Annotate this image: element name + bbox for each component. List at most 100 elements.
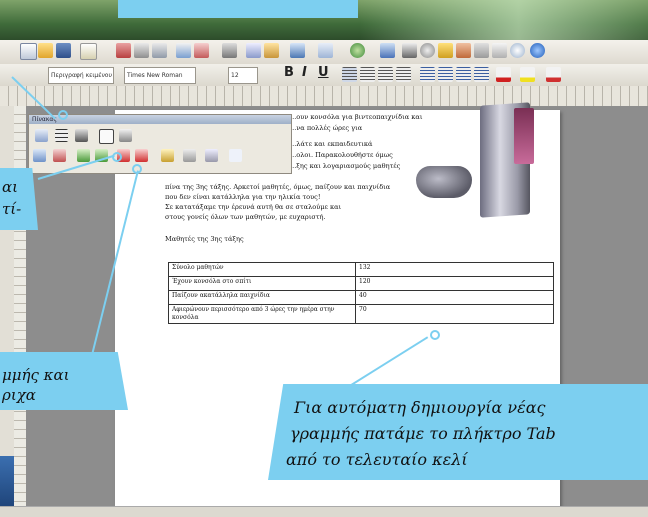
align-right-icon[interactable] [378, 67, 393, 82]
formatting-marks-icon[interactable] [492, 43, 507, 58]
help-icon[interactable] [530, 43, 545, 58]
gallery-icon[interactable] [456, 43, 471, 58]
table-properties-icon[interactable] [183, 149, 196, 162]
titlebar-glow [360, 0, 648, 40]
area-style-icon[interactable] [119, 129, 132, 142]
table-cell[interactable]: Αφιερώνουν περισσότερο από 3 ώρες την ημ… [168, 304, 356, 324]
callout-anchor-dot [58, 110, 68, 120]
doc-right-line: ...ολοι. Παρακολουθήστε όμως [290, 151, 393, 159]
delete-column-icon[interactable] [135, 149, 148, 162]
navigator-icon[interactable] [438, 43, 453, 58]
callout-text: αι [2, 178, 19, 196]
save-icon[interactable] [56, 43, 71, 58]
paragraph-style-select[interactable]: Περιγραφή κειμένου [48, 67, 114, 84]
sort-icon[interactable] [205, 149, 218, 162]
align-center-icon[interactable] [360, 67, 375, 82]
doc-right-line: ...λάτε και εκπαιδευτικά [290, 140, 373, 148]
table-cell[interactable]: 120 [355, 276, 554, 291]
print-preview-icon[interactable] [152, 43, 167, 58]
document-table[interactable]: Σύνολο μαθητών 132 Έχουν κονσόλα στο σπί… [168, 262, 554, 324]
doc-paragraph-line: που δεν είναι κατάλληλα για την ηλικία τ… [165, 193, 321, 201]
callout-text: Για αυτόματη δημιουργία νέας [294, 398, 546, 417]
copy-icon[interactable] [246, 43, 261, 58]
font-size-select[interactable]: 12 [228, 67, 258, 84]
callout-text: μμής και [2, 366, 70, 384]
callout-left-bottom: μμής και ριχα [0, 352, 128, 410]
table-row: Αφιερώνουν περισσότερο από 3 ώρες την ημ… [168, 304, 554, 324]
callout-text: ριχα [2, 386, 36, 404]
datasources-icon[interactable] [474, 43, 489, 58]
font-family-select[interactable]: Times New Roman [124, 67, 196, 84]
sum-icon[interactable] [229, 149, 242, 162]
callout-text: τί- [2, 200, 22, 218]
autoformat-icon[interactable] [161, 149, 174, 162]
doc-right-line: ...ξης και λογαριασμούς μαθητές [290, 162, 401, 170]
table-cell[interactable]: Παίζουν ακατάλληλα παιχνίδια [168, 290, 356, 305]
pdf-export-icon[interactable] [116, 43, 131, 58]
insert-row-icon[interactable] [77, 149, 90, 162]
doc-right-line: ...να πολλές ώρες για [290, 124, 363, 132]
status-bar [0, 506, 648, 517]
justify-icon[interactable] [396, 67, 411, 82]
left-sidebar [0, 106, 15, 516]
table-toolbar-title[interactable]: Πίνακας [29, 115, 291, 124]
game-controller-image [416, 166, 472, 198]
doc-right-line: ...ουν κονσόλα για βιντεοπαιχνίδια και [290, 113, 423, 121]
hyperlink-icon[interactable] [350, 43, 365, 58]
table-row: Παίζουν ακατάλληλα παιχνίδια 40 [168, 290, 554, 305]
borders-icon[interactable] [99, 129, 114, 144]
line-color-icon[interactable] [75, 129, 88, 142]
table-cell[interactable]: Σύνολο μαθητών [168, 262, 356, 277]
zoom-icon[interactable] [510, 43, 525, 58]
standard-toolbar [0, 40, 648, 65]
doc-paragraph-line: Σε κατατάξαμε την έρευνά αυτή θα σε σταλ… [165, 203, 342, 211]
table-floating-toolbar[interactable]: Πίνακας [28, 114, 292, 174]
table-cell[interactable]: Έχουν κονσόλα στο σπίτι [168, 276, 356, 291]
background-color-icon[interactable] [546, 67, 561, 82]
horizontal-ruler[interactable] [0, 86, 648, 107]
print-icon[interactable] [134, 43, 149, 58]
merge-cells-icon[interactable] [33, 149, 46, 162]
find-replace-icon[interactable] [420, 43, 435, 58]
callout-left-middle: αι τί- [0, 168, 38, 230]
open-folder-icon[interactable] [38, 43, 53, 58]
callout-bottom-right: Για αυτόματη δημιουργία νέας γραμμής πατ… [268, 384, 648, 480]
callout-anchor-dot [430, 330, 440, 340]
new-document-icon[interactable] [20, 43, 37, 60]
highlight-icon[interactable] [520, 67, 535, 82]
line-style-icon[interactable] [55, 129, 68, 142]
show-draw-functions-icon[interactable] [402, 43, 417, 58]
table-cell[interactable]: 70 [355, 304, 554, 324]
align-left-icon[interactable] [342, 67, 357, 82]
table-cell[interactable]: 40 [355, 290, 554, 305]
increase-indent-icon[interactable] [474, 67, 489, 82]
table-cell[interactable]: 132 [355, 262, 554, 277]
table-row: Έχουν κονσόλα στο σπίτι 120 [168, 276, 554, 291]
spellcheck-icon[interactable] [176, 43, 191, 58]
bullets-icon[interactable] [438, 67, 453, 82]
numbering-icon[interactable] [420, 67, 435, 82]
bold-button[interactable]: B [284, 65, 294, 80]
callout-top [118, 0, 358, 18]
underline-button[interactable]: U [318, 65, 329, 80]
redo-icon[interactable] [318, 43, 333, 58]
game-console-accent [514, 108, 534, 164]
paste-icon[interactable] [264, 43, 279, 58]
table-row: Σύνολο μαθητών 132 [168, 262, 554, 277]
doc-heading: Μαθητές της 3ης τάξης [165, 235, 244, 243]
font-color-icon[interactable] [496, 67, 511, 82]
doc-paragraph-line: στους γονείς όλων των μαθητών, με ευχαρι… [165, 213, 326, 221]
autospell-icon[interactable] [194, 43, 209, 58]
mail-icon[interactable] [80, 43, 97, 60]
formatting-toolbar: Περιγραφή κειμένου Times New Roman 12 B … [0, 64, 648, 87]
insert-table-icon[interactable] [35, 129, 48, 142]
italic-button[interactable]: I [302, 65, 307, 80]
table-icon[interactable] [380, 43, 395, 58]
undo-icon[interactable] [290, 43, 305, 58]
decrease-indent-icon[interactable] [456, 67, 471, 82]
cut-icon[interactable] [222, 43, 237, 58]
callout-anchor-dot [132, 164, 142, 174]
callout-text: από το τελευταίο κελί [286, 450, 468, 469]
callout-text: γραμμής πατάμε το πλήκτρο Tab [290, 424, 556, 443]
split-cells-icon[interactable] [53, 149, 66, 162]
